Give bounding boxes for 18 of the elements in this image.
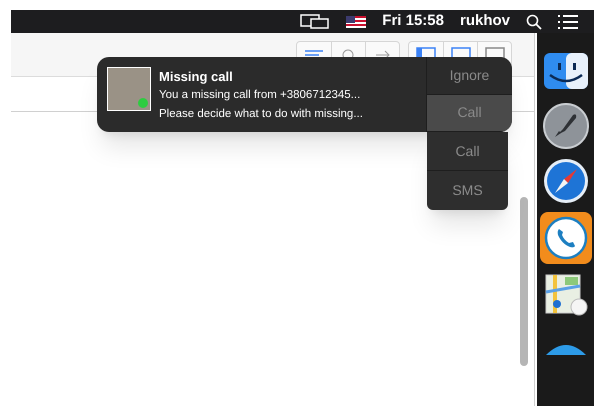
compass-icon[interactable]	[542, 158, 588, 204]
scrollbar[interactable]	[520, 197, 528, 366]
notification-message: You a missing call from +3806712345...	[159, 88, 362, 103]
menu-item[interactable]: Call	[427, 132, 508, 171]
clock[interactable]: Fri 15:58	[382, 10, 444, 33]
finder-face-icon[interactable]	[544, 53, 588, 89]
menu-icon[interactable]	[558, 14, 578, 28]
action-button[interactable]: Ignore	[427, 57, 512, 94]
phone-icon[interactable]	[544, 216, 588, 260]
displays-icon[interactable]	[300, 14, 330, 30]
map-icon[interactable]	[542, 272, 588, 318]
notification-message: Please decide what to do with missing...	[159, 107, 363, 122]
menu-item[interactable]: SMS	[427, 171, 508, 210]
action-button[interactable]: Call	[427, 94, 512, 132]
flag-icon[interactable]	[346, 16, 366, 28]
search-icon[interactable]	[526, 14, 542, 30]
notification-title: Missing call	[159, 68, 234, 86]
user-name[interactable]: rukhov	[460, 10, 510, 33]
